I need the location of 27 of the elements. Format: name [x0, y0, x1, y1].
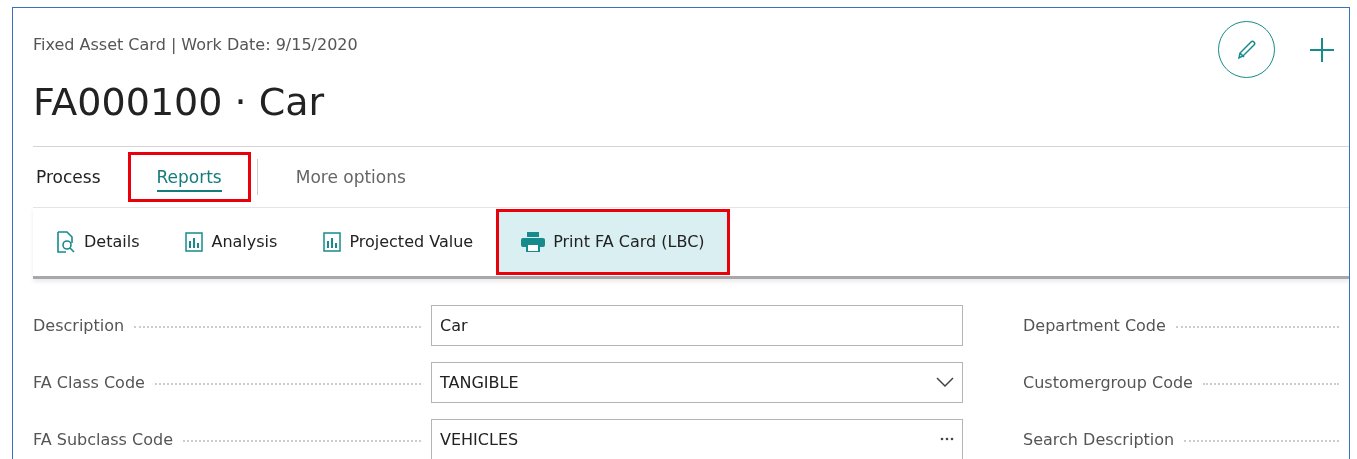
more-icon[interactable]: [940, 437, 954, 442]
menu-tab[interactable]: Reports: [127, 151, 251, 202]
document-search-icon: [56, 230, 76, 253]
field-label: Description: [33, 315, 125, 335]
input-field[interactable]: Car: [431, 304, 963, 346]
input-field[interactable]: TANGIBLE: [431, 361, 963, 403]
chart-icon: [323, 231, 342, 252]
add-button[interactable]: [1309, 36, 1335, 63]
edit-button[interactable]: [1218, 21, 1275, 78]
action-button[interactable]: Analysis: [162, 208, 301, 275]
menu-tab[interactable]: Process: [33, 151, 118, 202]
action-button[interactable]: Details: [33, 208, 163, 275]
printer-icon: [521, 231, 546, 252]
chart-icon: [185, 231, 204, 252]
input-field[interactable]: VEHICLES: [431, 418, 963, 459]
field-label: FA Class Code: [33, 372, 145, 392]
plus-icon: [1309, 36, 1335, 63]
field-label: Department Code: [1023, 315, 1166, 335]
action-button[interactable]: Projected Value: [300, 208, 497, 275]
page-title: FA000100 · Car: [33, 80, 326, 126]
field-label: Search Description: [1023, 429, 1175, 449]
page-caption: Fixed Asset Card | Work Date: 9/15/2020: [33, 35, 358, 54]
chevron-down-icon[interactable]: [936, 377, 954, 388]
action-button[interactable]: Print FA Card (LBC): [496, 208, 730, 275]
menu-tab[interactable]: More options: [256, 158, 420, 195]
field-label: Customergroup Code: [1023, 372, 1193, 392]
field-label: FA Subclass Code: [33, 429, 173, 449]
